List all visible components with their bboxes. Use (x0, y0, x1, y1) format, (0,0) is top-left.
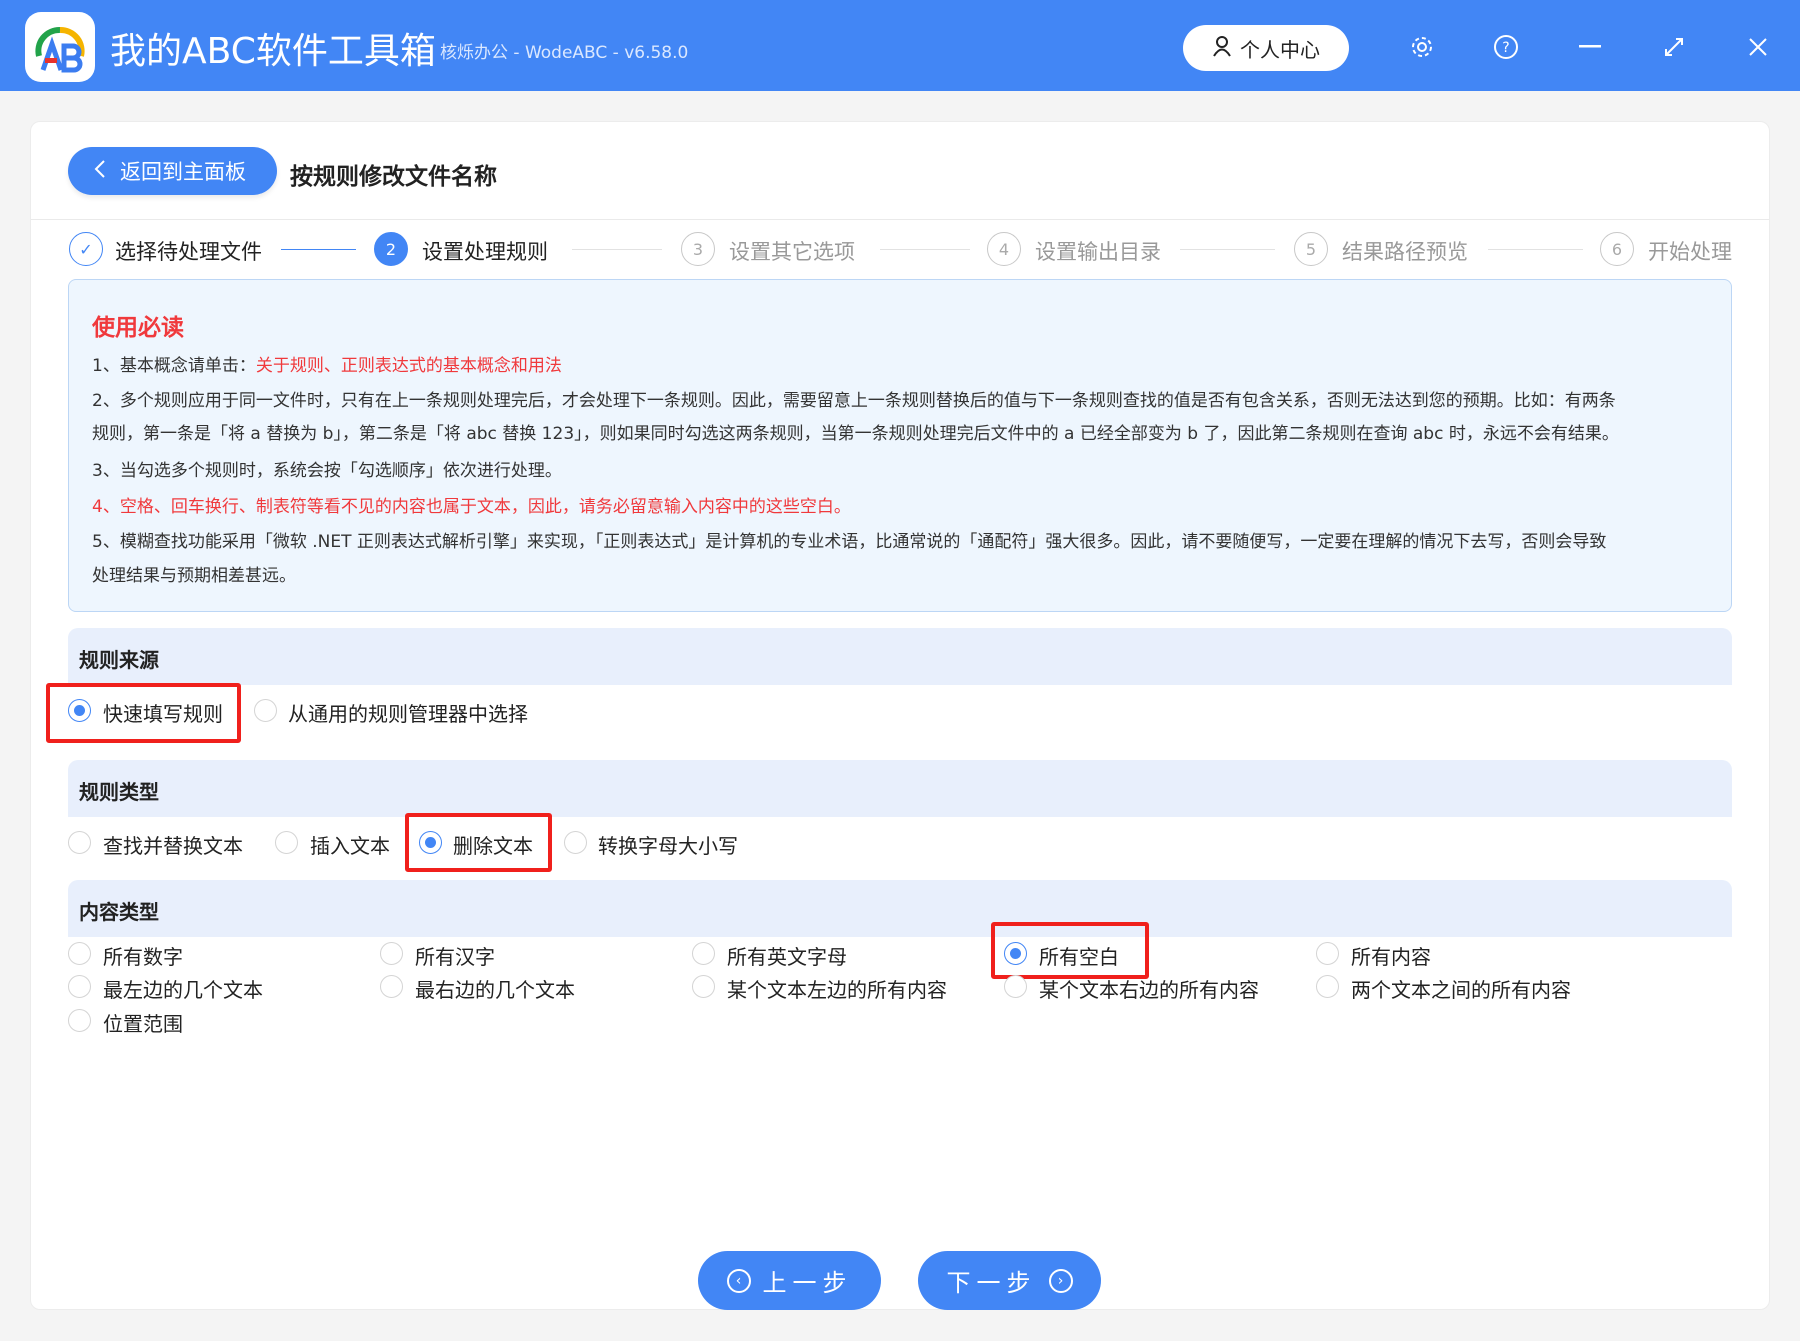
app-logo (25, 12, 95, 82)
minimize-icon[interactable] (1570, 27, 1610, 67)
radio-label[interactable]: 所有内容 (1351, 941, 1431, 970)
content-type-header: 内容类型 (68, 880, 1732, 937)
back-label: 返回到主面板 (120, 156, 246, 186)
radio-label[interactable]: 删除文本 (453, 830, 533, 859)
radio-insert-text[interactable] (275, 831, 298, 854)
app-title: 我的ABC软件工具箱 (110, 22, 436, 74)
radio-find-replace[interactable] (68, 831, 91, 854)
divider (31, 219, 1769, 220)
back-to-main-button[interactable]: 返回到主面板 (68, 147, 277, 195)
radio-label[interactable]: 最左边的几个文本 (103, 974, 263, 1003)
rules-help-link[interactable]: 关于规则、正则表达式的基本概念和用法 (256, 356, 562, 376)
step-1-label: 选择待处理文件 (115, 236, 262, 266)
radio-content-type-2[interactable] (692, 942, 715, 965)
radio-label[interactable]: 位置范围 (103, 1008, 183, 1037)
radio-label[interactable]: 插入文本 (310, 830, 390, 859)
rule-source-header: 规则来源 (68, 628, 1732, 685)
rule-type-title: 规则类型 (79, 776, 159, 805)
chevron-right-circle-icon: › (1049, 1269, 1073, 1293)
step-3-label: 设置其它选项 (729, 236, 855, 266)
radio-label[interactable]: 某个文本左边的所有内容 (727, 974, 947, 1003)
notice-box (68, 279, 1732, 612)
radio-label[interactable]: 所有空白 (1039, 941, 1119, 970)
step-connector (1180, 249, 1275, 250)
radio-label[interactable]: 所有英文字母 (727, 941, 847, 970)
close-icon[interactable] (1738, 27, 1778, 67)
radio-content-type-3[interactable] (1004, 942, 1027, 965)
radio-delete-text[interactable] (419, 831, 442, 854)
step-6-number: 6 (1600, 232, 1634, 266)
step-5-number: 5 (1294, 232, 1328, 266)
step-connector (281, 249, 356, 250)
step-connector (880, 249, 970, 250)
radio-content-type-1[interactable] (380, 942, 403, 965)
radio-label[interactable]: 所有数字 (103, 941, 183, 970)
step-6-label: 开始处理 (1648, 236, 1732, 266)
prev-label: 上一步 (763, 1263, 853, 1298)
radio-label[interactable]: 某个文本右边的所有内容 (1039, 974, 1259, 1003)
chevron-left-icon (94, 159, 106, 184)
step-1-check-icon: ✓ (69, 232, 103, 266)
step-2-label: 设置处理规则 (422, 236, 548, 266)
gear-icon[interactable] (1402, 27, 1442, 67)
notice-line-5a: 5、模糊查找功能采用「微软 .NET 正则表达式解析引擎」来实现，「正则表达式」… (92, 527, 1606, 552)
svg-text:?: ? (1502, 40, 1509, 56)
notice-line-1: 1、基本概念请单击：关于规则、正则表达式的基本概念和用法 (92, 351, 562, 376)
radio-content-type-10[interactable] (68, 1009, 91, 1032)
chevron-left-circle-icon: ‹ (727, 1269, 751, 1293)
notice-line-3: 3、当勾选多个规则时，系统会按「勾选顺序」依次进行处理。 (92, 456, 562, 481)
radio-content-type-5[interactable] (68, 975, 91, 998)
next-step-button[interactable]: 下一步 › (918, 1251, 1101, 1310)
notice-line-4: 4、空格、回车换行、制表符等看不见的内容也属于文本，因此，请务必留意输入内容中的… (92, 492, 851, 517)
content-type-title: 内容类型 (79, 896, 159, 925)
radio-label[interactable]: 查找并替换文本 (103, 830, 243, 859)
radio-content-type-6[interactable] (380, 975, 403, 998)
radio-content-type-7[interactable] (692, 975, 715, 998)
radio-content-type-8[interactable] (1004, 975, 1027, 998)
step-3-number: 3 (681, 232, 715, 266)
step-2-number: 2 (374, 232, 408, 266)
notice-title: 使用必读 (92, 308, 184, 342)
radio-change-case[interactable] (564, 831, 587, 854)
radio-content-type-9[interactable] (1316, 975, 1339, 998)
notice-line-5b: 处理结果与预期相差甚远。 (92, 561, 296, 586)
user-center-label: 个人中心 (1240, 34, 1320, 63)
prev-step-button[interactable]: ‹ 上一步 (698, 1251, 881, 1310)
help-icon[interactable]: ? (1486, 27, 1526, 67)
next-label: 下一步 (947, 1263, 1037, 1298)
step-connector (1488, 249, 1583, 250)
radio-label[interactable]: 两个文本之间的所有内容 (1351, 974, 1571, 1003)
rule-source-title: 规则来源 (79, 644, 159, 673)
step-5-label: 结果路径预览 (1342, 236, 1468, 266)
radio-label[interactable]: 所有汉字 (415, 941, 495, 970)
radio-label[interactable]: 转换字母大小写 (598, 830, 738, 859)
radio-label[interactable]: 快速填写规则 (103, 698, 223, 727)
radio-content-type-0[interactable] (68, 942, 91, 965)
user-icon (1212, 35, 1232, 62)
notice-line-2a: 2、多个规则应用于同一文件时，只有在上一条规则处理完后，才会处理下一条规则。因此… (92, 386, 1616, 411)
radio-quick-rule[interactable] (68, 699, 91, 722)
step-4-label: 设置输出目录 (1035, 236, 1161, 266)
rule-type-header: 规则类型 (68, 760, 1732, 817)
notice-text: 1、基本概念请单击： (92, 356, 256, 376)
notice-line-2b: 规则，第一条是「将 a 替换为 b」，第二条是「将 abc 替换 123」，则如… (92, 419, 1619, 444)
title-bar: 我的ABC软件工具箱 核烁办公 - WodeABC - v6.58.0 个人中心… (0, 0, 1800, 91)
step-4-number: 4 (987, 232, 1021, 266)
radio-label[interactable]: 最右边的几个文本 (415, 974, 575, 1003)
step-connector (572, 249, 662, 250)
app-subtitle: 核烁办公 - WodeABC - v6.58.0 (440, 38, 688, 63)
radio-label[interactable]: 从通用的规则管理器中选择 (288, 698, 528, 727)
user-center-button[interactable]: 个人中心 (1183, 25, 1349, 71)
page-title: 按规则修改文件名称 (290, 157, 497, 191)
maximize-icon[interactable] (1654, 27, 1694, 67)
radio-rule-manager[interactable] (254, 699, 277, 722)
radio-content-type-4[interactable] (1316, 942, 1339, 965)
